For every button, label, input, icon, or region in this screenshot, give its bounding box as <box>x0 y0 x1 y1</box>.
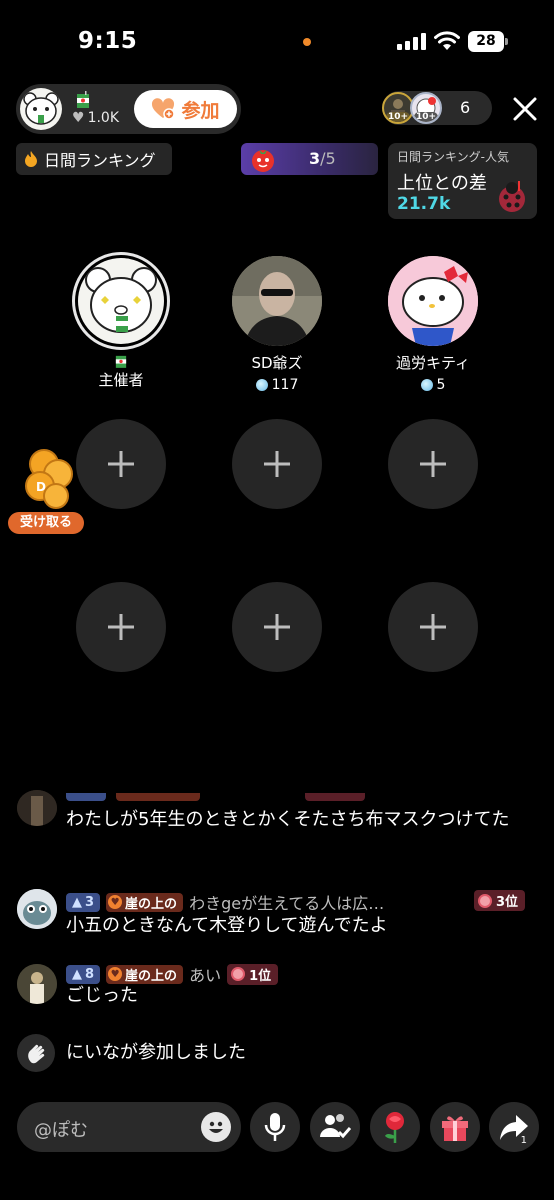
emoji-icon[interactable] <box>201 1112 231 1142</box>
guest-name: 過労キティ <box>395 354 471 372</box>
comment-input[interactable]: @ぽむ <box>17 1102 241 1152</box>
rank-badge: 1位 <box>227 963 279 985</box>
likes-count: 1.0K <box>87 110 120 126</box>
chat-avatar[interactable] <box>17 964 57 1004</box>
heart-plus-icon <box>152 98 176 120</box>
host-likes: ♥ 1.0K <box>72 110 119 126</box>
plus-icon <box>108 451 134 477</box>
fan-heart-icon: ♥ <box>108 895 123 909</box>
wave-icon <box>17 1034 55 1072</box>
empty-seat[interactable] <box>232 419 322 509</box>
heart-icon: ♥ <box>72 110 85 126</box>
viewer-list[interactable]: 10+ 10+ 6 <box>382 91 492 125</box>
guest-name: 主催者 <box>98 371 144 389</box>
empty-seat[interactable] <box>76 419 166 509</box>
guest-seat[interactable]: SD爺ズ 117 <box>207 256 347 393</box>
juice-box-icon <box>77 91 89 108</box>
viewer-avatar[interactable]: 10+ <box>410 92 442 124</box>
status-time: 9:15 <box>78 28 138 54</box>
rose-gift-button[interactable] <box>370 1102 420 1152</box>
fan-badge: ♥ 崖の上の <box>106 892 184 912</box>
wifi-icon <box>434 31 460 50</box>
progress-text: 3/5 <box>309 149 336 168</box>
ranking-gap-card[interactable]: 日間ランキング-人気 上位との差 21.7k <box>388 143 537 219</box>
goal-progress[interactable]: 3/5 <box>241 143 378 175</box>
plus-icon <box>108 614 134 640</box>
gift-icon <box>442 1116 468 1141</box>
ladybug-icon <box>499 181 525 212</box>
plus-icon <box>420 451 446 477</box>
coin-reward[interactable]: D 受け取る <box>8 446 84 534</box>
share-count: 1 <box>520 1135 527 1146</box>
share-button[interactable]: 1 <box>489 1102 539 1152</box>
microphone-button[interactable] <box>250 1102 300 1152</box>
juice-box-icon <box>115 355 127 368</box>
battery-icon: 28 <box>468 31 508 52</box>
guest-score: 5 <box>363 377 503 393</box>
close-icon[interactable] <box>512 96 538 122</box>
join-button[interactable]: 参加 <box>134 90 237 128</box>
rank-badge: 3位 <box>474 890 526 911</box>
chat-message-text: ごじった <box>66 985 138 1006</box>
rose-icon <box>385 1112 404 1143</box>
microphone-icon <box>264 1113 286 1141</box>
empty-seat[interactable] <box>76 582 166 672</box>
empty-seat[interactable] <box>388 419 478 509</box>
daily-ranking-chip[interactable]: 日間ランキング <box>16 143 172 175</box>
guests-button[interactable] <box>310 1102 360 1152</box>
guest-name: SD爺ズ <box>251 354 303 372</box>
guest-seat[interactable]: 過労キティ 5 <box>363 256 503 393</box>
viewer-badge: 10+ <box>385 112 411 122</box>
viewer-count: 6 <box>460 98 471 117</box>
flame-icon <box>25 151 37 167</box>
svg-text:D: D <box>36 480 46 494</box>
chat-rank: 3位 <box>474 890 526 911</box>
chat-username[interactable]: あい <box>189 962 221 986</box>
progress-total: /5 <box>320 149 336 168</box>
gift-button[interactable] <box>430 1102 480 1152</box>
people-check-icon <box>320 1114 351 1139</box>
gem-icon <box>255 379 268 391</box>
chat-message-text: 小五のときなんて木登りして遊んでたよ <box>66 915 388 936</box>
host-avatar[interactable] <box>20 88 62 130</box>
chat-message-text: わたしが5年生のときとかくそたさち布マスクつけてた <box>66 809 510 830</box>
tomato-icon <box>252 150 274 172</box>
medal-icon <box>231 967 246 981</box>
gap-card-label: 日間ランキング-人気 <box>397 150 509 164</box>
guest-avatar[interactable] <box>388 256 478 346</box>
gem-icon <box>420 379 433 391</box>
chat-avatar[interactable] <box>17 889 57 929</box>
host-seat[interactable]: 主催者 <box>51 252 191 390</box>
empty-seat[interactable] <box>232 582 322 672</box>
recording-indicator <box>303 38 311 46</box>
empty-seat[interactable] <box>388 582 478 672</box>
join-label: 参加 <box>181 99 220 122</box>
coins-icon: D <box>25 449 73 509</box>
signal-icon <box>397 33 427 50</box>
chat-meta-clipped <box>50 793 450 803</box>
fan-heart-icon: ♥ <box>108 967 123 981</box>
battery-level: 28 <box>468 31 504 52</box>
claim-button[interactable]: 受け取る <box>8 512 84 534</box>
host-seat-avatar[interactable] <box>72 252 170 350</box>
comment-input-placeholder: @ぽむ <box>34 1120 88 1141</box>
daily-ranking-label: 日間ランキング <box>44 151 156 170</box>
medal-icon <box>478 893 492 908</box>
guest-avatar[interactable] <box>232 256 322 346</box>
progress-current: 3 <box>309 149 321 168</box>
viewer-badge: 10+ <box>413 112 439 122</box>
plus-icon <box>420 614 446 640</box>
gap-card-value: 21.7k <box>397 194 451 214</box>
guest-score: 117 <box>207 377 347 393</box>
level-icon: ▲ <box>72 894 82 910</box>
gap-card-title: 上位との差 <box>397 173 487 194</box>
host-pill[interactable]: ♥ 1.0K 参加 <box>16 84 241 134</box>
plus-icon <box>264 451 290 477</box>
plus-icon <box>264 614 290 640</box>
join-notice-text: にいなが参加しました <box>66 1042 246 1063</box>
level-badge: ▲ 3 <box>66 892 101 912</box>
